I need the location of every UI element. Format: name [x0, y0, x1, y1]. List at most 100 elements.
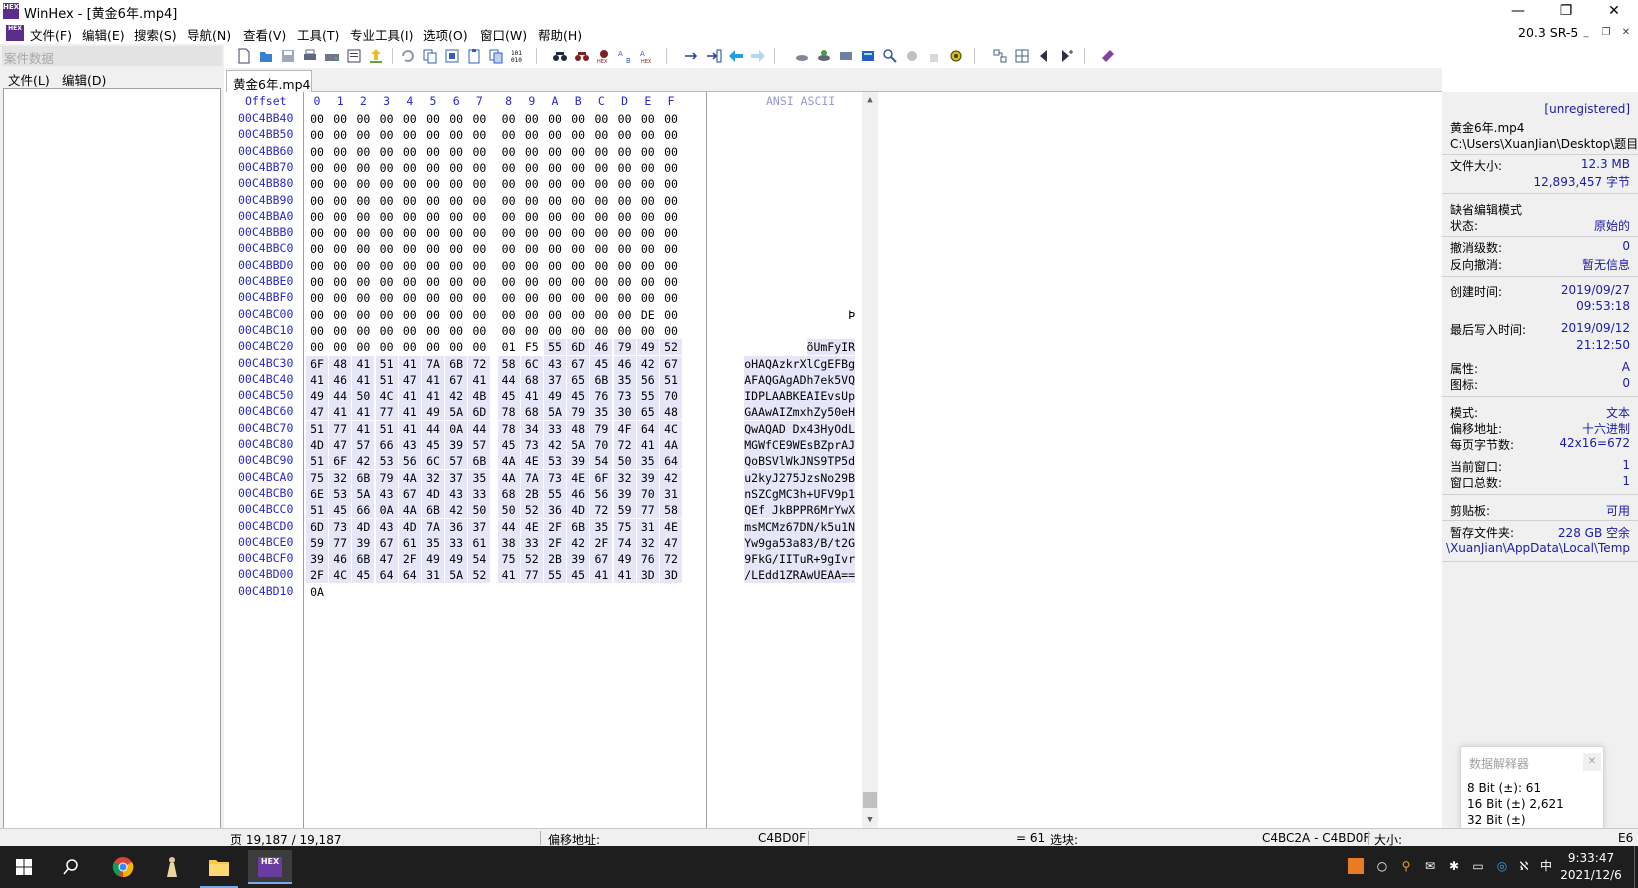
hex-byte[interactable]: 38: [497, 534, 520, 551]
hex-byte[interactable]: 00: [498, 176, 520, 192]
hex-byte[interactable]: 52: [468, 567, 491, 584]
hex-byte[interactable]: 00: [614, 274, 636, 290]
hex-byte[interactable]: 39: [636, 469, 659, 486]
hex-byte[interactable]: 68: [497, 485, 520, 502]
hex-byte[interactable]: 00: [614, 144, 636, 160]
hex-byte[interactable]: 6B: [422, 502, 444, 519]
hex-byte[interactable]: 00: [567, 127, 589, 143]
hex-byte[interactable]: 7A: [422, 518, 444, 535]
vertical-scrollbar[interactable]: ▲ ▼: [862, 92, 878, 828]
hex-byte[interactable]: 00: [422, 193, 444, 209]
cut-icon[interactable]: [444, 48, 460, 64]
hex-byte[interactable]: 35: [422, 534, 444, 551]
hex-byte[interactable]: 00: [590, 176, 612, 192]
hex-byte[interactable]: 55: [544, 339, 566, 356]
hex-byte[interactable]: 00: [567, 323, 589, 339]
magnifier-icon[interactable]: [882, 48, 898, 64]
hex-byte[interactable]: 00: [567, 144, 589, 160]
menu-view[interactable]: 查看(V): [243, 25, 286, 44]
paste-icon[interactable]: [466, 48, 482, 64]
hex-byte[interactable]: 41: [398, 388, 421, 405]
hex-byte[interactable]: 00: [399, 241, 421, 257]
hex-byte[interactable]: 00: [544, 144, 566, 160]
grid-icon[interactable]: [1014, 48, 1030, 64]
hex-byte[interactable]: 73: [544, 469, 566, 486]
hex-byte[interactable]: 4E: [660, 518, 682, 535]
hex-byte[interactable]: 00: [399, 209, 421, 225]
save-icon[interactable]: [280, 48, 296, 64]
hex-byte[interactable]: 2F: [306, 567, 328, 584]
hex-byte[interactable]: 41: [352, 371, 375, 388]
hex-byte[interactable]: 51: [375, 371, 398, 388]
hex-byte[interactable]: 45: [497, 437, 520, 453]
hex-byte[interactable]: 43: [544, 355, 566, 372]
hex-byte[interactable]: 79: [567, 404, 590, 421]
ascii-text[interactable]: QEf JkBPPR6MrYwX: [744, 502, 855, 519]
hex-byte[interactable]: 4D: [567, 502, 590, 519]
hex-byte[interactable]: 00: [306, 193, 328, 209]
hex-byte[interactable]: 00: [445, 339, 467, 355]
hex-byte[interactable]: 00: [521, 274, 543, 290]
hex-byte[interactable]: 32: [613, 469, 636, 486]
hex-byte[interactable]: 00: [399, 258, 421, 274]
hex-byte[interactable]: 6D: [567, 339, 590, 356]
hex-byte[interactable]: 00: [376, 339, 398, 355]
hex-byte[interactable]: 57: [468, 437, 491, 453]
hex-byte[interactable]: 00: [590, 160, 612, 176]
hex-byte[interactable]: 00: [590, 144, 612, 160]
hex-byte[interactable]: 46: [590, 339, 613, 356]
hex-byte[interactable]: 00: [521, 144, 543, 160]
hex-byte[interactable]: 51: [306, 453, 328, 470]
hex-byte[interactable]: 00: [306, 323, 328, 339]
hex-byte[interactable]: 00: [614, 307, 636, 323]
hex-byte[interactable]: 00: [329, 258, 351, 274]
hex-byte[interactable]: 37: [544, 371, 566, 388]
hex-byte[interactable]: 65: [567, 371, 590, 388]
hex-byte[interactable]: 4D: [352, 518, 375, 535]
hex-row[interactable]: 00C4BCB0 6E 53 5A 43 67 4D 43 33 68 2B 55 46 56 39 70 31…: [226, 485, 855, 503]
mdi-close-button[interactable]: ✕: [1618, 25, 1634, 41]
hex-byte[interactable]: 00: [660, 274, 682, 290]
hex-byte[interactable]: 75: [613, 518, 636, 535]
hex-row[interactable]: 00C4BD00 2F 4C 45 64 64 31 5A 52 41 77 55 45 41 41 3D 3D…: [226, 567, 855, 584]
hex-byte[interactable]: 41: [520, 388, 543, 405]
hex-byte[interactable]: 41: [613, 567, 636, 584]
hex-byte[interactable]: 00: [637, 209, 659, 225]
ascii-text[interactable]: 9FkG/IITuR+9gIvr: [744, 551, 855, 568]
tray-circle-icon[interactable]: ○: [1374, 858, 1390, 874]
hex-byte[interactable]: 67: [660, 355, 682, 372]
hex-byte[interactable]: 64: [660, 453, 682, 470]
hex-byte[interactable]: 4B: [468, 388, 491, 405]
hex-byte[interactable]: 00: [422, 209, 444, 225]
hex-byte[interactable]: 00: [376, 111, 398, 127]
hex-row[interactable]: 00C4BC00 00 00 00 00 00 00 00 00 00 00 00 00 00 00 DE 00…: [226, 307, 855, 324]
hex-byte[interactable]: 67: [398, 485, 421, 502]
hex-byte[interactable]: 5A: [445, 567, 468, 584]
menu-file[interactable]: 文件(F): [30, 25, 72, 44]
hex-byte[interactable]: 00: [637, 160, 659, 176]
hex-byte[interactable]: 50: [352, 388, 375, 405]
hex-byte[interactable]: 00: [422, 241, 444, 257]
replace-hex-icon[interactable]: AHEX: [640, 48, 656, 64]
hex-byte[interactable]: 00: [306, 241, 328, 257]
hex-byte[interactable]: 00: [468, 258, 490, 274]
hex-byte[interactable]: 00: [498, 241, 520, 257]
hex-byte[interactable]: 35: [590, 404, 613, 421]
hex-byte[interactable]: 00: [445, 127, 467, 143]
hex-byte[interactable]: 00: [590, 274, 612, 290]
hex-menu-icon[interactable]: HEX: [6, 25, 24, 41]
hex-byte[interactable]: 00: [329, 160, 351, 176]
hex-byte[interactable]: 41: [590, 567, 613, 584]
hex-byte[interactable]: 00: [352, 209, 374, 225]
search-icon[interactable]: [63, 859, 79, 875]
hex-byte[interactable]: 00: [468, 176, 490, 192]
hex-byte[interactable]: 00: [422, 225, 444, 241]
hex-byte[interactable]: 00: [306, 274, 328, 290]
hex-byte[interactable]: 00: [567, 307, 589, 323]
hex-byte[interactable]: 00: [399, 339, 421, 355]
hex-byte[interactable]: 00: [306, 127, 328, 143]
hex-byte[interactable]: 00: [376, 209, 398, 225]
hex-byte[interactable]: 00: [521, 307, 543, 323]
hand-icon[interactable]: [926, 48, 942, 64]
hex-byte[interactable]: 00: [567, 290, 589, 306]
